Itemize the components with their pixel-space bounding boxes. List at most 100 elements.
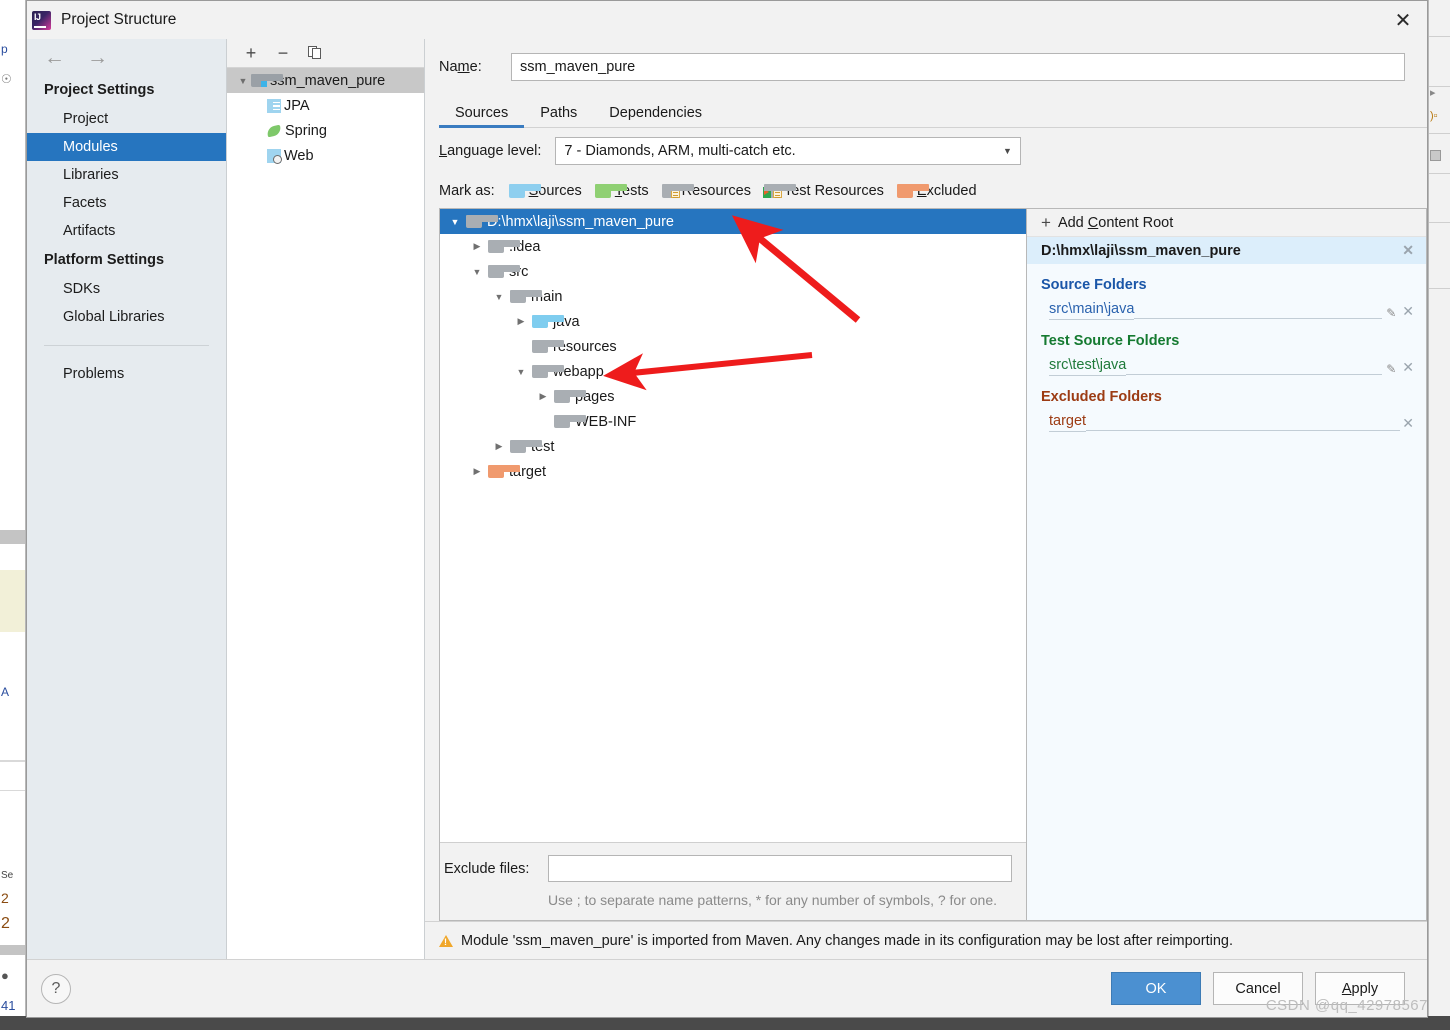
background-editor-right-sliver: ▸ )▫ [1428, 0, 1450, 1030]
pencil-icon[interactable]: ✎ [1382, 306, 1400, 320]
close-icon[interactable]: ✕ [1400, 359, 1416, 376]
module-tree-row-ssm-maven-pure[interactable]: ▼ ssm_maven_pure [227, 68, 424, 93]
sidebar-item-artifacts[interactable]: Artifacts [27, 217, 226, 245]
tab-dependencies[interactable]: Dependencies [593, 105, 718, 128]
sidebar-item-sdks[interactable]: SDKs [27, 275, 226, 303]
content-root-detail-panel: + Add Content Root D:\hmx\laji\ssm_maven… [1027, 208, 1427, 921]
folder-icon [466, 215, 498, 228]
settings-sidebar: ← → Project Settings Project Modules Lib… [27, 39, 227, 959]
tree-row-resources[interactable]: resources [440, 334, 1026, 359]
mark-as-sources-button[interactable]: Sources [508, 183, 582, 199]
content-root-tree: ▼ D:\hmx\laji\ssm_maven_pure ▶ .idea ▼ ▼… [440, 209, 1026, 842]
tree-row-webapp[interactable]: ▼ webapp [440, 359, 1026, 384]
excluded-folder-row[interactable]: target ✕ [1027, 408, 1426, 432]
maven-import-warning: Module 'ssm_maven_pure' is imported from… [425, 921, 1427, 959]
tab-sources[interactable]: Sources [439, 105, 525, 128]
mark-as-tests-button[interactable]: Tests [594, 183, 649, 199]
ok-button[interactable]: OK [1111, 972, 1201, 1005]
close-icon[interactable]: ✕ [1400, 303, 1416, 320]
module-tabs: Sources Paths Dependencies [425, 94, 1427, 128]
chevron-down-icon[interactable]: ▼ [466, 267, 488, 277]
chevron-down-icon[interactable]: ▼ [510, 367, 532, 377]
chevron-right-icon[interactable]: ▶ [488, 441, 510, 452]
tree-row-idea[interactable]: ▶ .idea [440, 234, 1026, 259]
web-facet-icon [267, 148, 282, 164]
module-tree-label: ssm_maven_pure [270, 72, 386, 89]
background-editor-left-sliver: p ☉ A Se 2 2 ● 41 [0, 0, 26, 1030]
folder-icon [532, 340, 564, 353]
tree-row-test[interactable]: ▶ test [440, 434, 1026, 459]
module-tree-label: Spring [285, 122, 327, 139]
sidebar-item-modules[interactable]: Modules [27, 133, 226, 161]
sidebar-item-project[interactable]: Project [27, 105, 226, 133]
module-tree-row-jpa[interactable]: JPA [227, 93, 424, 118]
sidebar-item-global-libraries[interactable]: Global Libraries [27, 303, 226, 331]
source-folder-row[interactable]: src\main\java ✎ ✕ [1027, 296, 1426, 320]
project-structure-dialog: IJ Project Structure ✕ ← → Project Setti… [26, 0, 1428, 1018]
language-level-select[interactable]: 7 - Diamonds, ARM, multi-catch etc. ▼ [555, 137, 1022, 165]
excluded-folder-path: target [1049, 412, 1087, 432]
chevron-right-icon[interactable]: ▶ [532, 391, 554, 402]
tree-row-web-inf[interactable]: WEB-INF [440, 409, 1026, 434]
help-button[interactable]: ? [41, 973, 71, 1004]
language-level-value: 7 - Diamonds, ARM, multi-catch etc. [564, 143, 796, 159]
module-tree-row-spring[interactable]: Spring [227, 118, 424, 143]
module-name-input[interactable] [511, 52, 1405, 81]
mark-as-test-resources-button[interactable]: Test Resources [762, 183, 884, 199]
chevron-right-icon[interactable]: ▶ [466, 466, 488, 477]
close-icon[interactable]: ✕ [1379, 1, 1427, 39]
test-source-folder-path: src\test\java [1049, 356, 1127, 376]
test-source-folder-row[interactable]: src\test\java ✎ ✕ [1027, 352, 1426, 376]
tree-row-content-root[interactable]: ▼ D:\hmx\laji\ssm_maven_pure [440, 209, 1026, 234]
modules-toolbar: + − [227, 39, 424, 68]
folder-icon [510, 440, 542, 453]
mark-as-label: Mark as: [439, 183, 495, 199]
chevron-right-icon[interactable]: ▶ [466, 241, 488, 252]
tab-paths[interactable]: Paths [524, 105, 593, 128]
chevron-down-icon[interactable]: ▼ [444, 217, 466, 227]
watermark: CSDN @qq_42978567 [1265, 997, 1428, 1014]
copy-module-button[interactable] [303, 42, 327, 64]
arrow-right-icon[interactable]: → [87, 47, 108, 68]
arrow-left-icon[interactable]: ← [44, 47, 65, 68]
tree-row-java[interactable]: ▶ java [440, 309, 1026, 334]
tree-row-pages[interactable]: ▶ pages [440, 384, 1026, 409]
tree-row-target[interactable]: ▶ target [440, 459, 1026, 484]
pencil-icon[interactable]: ✎ [1382, 362, 1400, 376]
sidebar-item-facets[interactable]: Facets [27, 189, 226, 217]
folder-sources-icon [508, 184, 541, 198]
folder-icon [510, 290, 542, 303]
intellij-idea-icon: IJ [32, 10, 51, 30]
close-icon[interactable]: ✕ [1400, 242, 1416, 259]
tree-row-main[interactable]: ▼ main [440, 284, 1026, 309]
add-module-button[interactable]: + [239, 42, 263, 64]
remove-module-button[interactable]: − [271, 42, 295, 64]
exclude-files-input[interactable] [548, 855, 1012, 882]
chevron-right-icon[interactable]: ▶ [510, 316, 532, 327]
chevron-down-icon[interactable]: ▼ [235, 76, 251, 86]
module-tree-label: Web [284, 147, 314, 164]
mark-as-resources-button[interactable]: Resources [661, 183, 751, 199]
sidebar-divider [44, 345, 209, 346]
add-content-root-button[interactable]: + Add Content Root [1027, 209, 1426, 237]
excluded-folders-title: Excluded Folders [1041, 389, 1162, 405]
mark-as-excluded-button[interactable]: Excluded [896, 183, 977, 199]
sidebar-group-platform-settings: Platform Settings [44, 252, 165, 268]
folder-icon [554, 415, 586, 428]
sources-panels: ▼ D:\hmx\laji\ssm_maven_pure ▶ .idea ▼ ▼… [425, 208, 1427, 921]
tree-row-src[interactable]: ▼ src [440, 259, 1026, 284]
chevron-down-icon[interactable]: ▼ [488, 292, 510, 302]
warning-text: Module 'ssm_maven_pure' is imported from… [461, 932, 1233, 949]
dialog-footer: ? OK Cancel Apply [27, 959, 1427, 1017]
sidebar-item-libraries[interactable]: Libraries [27, 161, 226, 189]
folder-icon [532, 365, 564, 378]
folder-icon [488, 240, 520, 253]
sidebar-nav-arrows: ← → [27, 39, 226, 75]
content-root-header-row[interactable]: D:\hmx\laji\ssm_maven_pure ✕ [1027, 237, 1426, 264]
content-root-tree-panel: ▼ D:\hmx\laji\ssm_maven_pure ▶ .idea ▼ ▼… [439, 208, 1027, 921]
close-icon[interactable]: ✕ [1400, 415, 1416, 432]
sidebar-item-problems[interactable]: Problems [27, 360, 226, 388]
folder-tests-icon [594, 184, 627, 198]
module-tree-row-web[interactable]: Web [227, 143, 424, 168]
folder-sources-icon [532, 315, 564, 328]
